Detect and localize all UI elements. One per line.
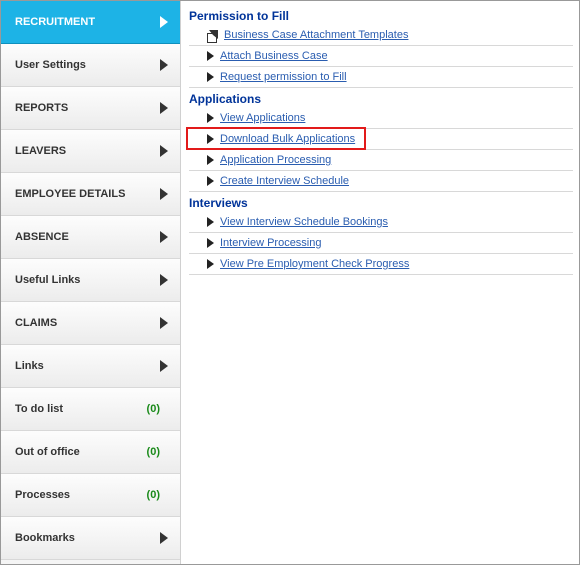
app-layout: RECRUITMENT User Settings REPORTS LEAVERS EM… (0, 0, 580, 565)
triangle-right-icon (207, 176, 214, 186)
link-row: View Applications (189, 108, 573, 129)
sidebar-item-recruitment[interactable]: RECRUITMENT (1, 1, 180, 44)
sidebar-item-label: Processes (15, 489, 147, 501)
sidebar-item-processes[interactable]: Processes(0) (1, 474, 180, 517)
content-panel: Permission to Fill Business Case Attachme… (181, 1, 579, 564)
nav-link[interactable]: Create Interview Schedule (220, 175, 349, 187)
sidebar-item-label: CLAIMS (15, 317, 160, 329)
sidebar-item-claims[interactable]: CLAIMS (1, 302, 180, 345)
sidebar: RECRUITMENT User Settings REPORTS LEAVERS EM… (1, 1, 181, 564)
chevron-right-icon (160, 231, 168, 243)
sidebar-item-label: Links (15, 360, 160, 372)
sidebar-item-links[interactable]: Links (1, 345, 180, 388)
triangle-right-icon (207, 72, 214, 82)
triangle-right-icon (207, 259, 214, 269)
external-link-icon (207, 30, 218, 41)
sidebar-item-reports[interactable]: REPORTS (1, 87, 180, 130)
sidebar-item-count: (0) (147, 403, 160, 415)
triangle-right-icon (207, 155, 214, 165)
nav-link[interactable]: Application Processing (220, 154, 331, 166)
nav-link[interactable]: View Pre Employment Check Progress (220, 258, 409, 270)
section-title: Permission to Fill (189, 9, 573, 23)
sidebar-item-out-of-office[interactable]: Out of office(0) (1, 431, 180, 474)
sidebar-item-label: RECRUITMENT (15, 16, 160, 28)
chevron-right-icon (160, 188, 168, 200)
chevron-right-icon (160, 145, 168, 157)
link-row: Application Processing (189, 150, 573, 171)
sidebar-item-leavers[interactable]: LEAVERS (1, 130, 180, 173)
link-row: Download Bulk Applications (189, 129, 573, 150)
chevron-right-icon (160, 532, 168, 544)
nav-link[interactable]: View Applications (220, 112, 305, 124)
link-row: Attach Business Case (189, 46, 573, 67)
sidebar-item-label: REPORTS (15, 102, 160, 114)
sidebar-item-user-settings[interactable]: User Settings (1, 44, 180, 87)
link-row: Interview Processing (189, 233, 573, 254)
link-row: Request permission to Fill (189, 67, 573, 88)
triangle-right-icon (207, 51, 214, 61)
section-title: Applications (189, 92, 573, 106)
nav-link[interactable]: Business Case Attachment Templates (224, 29, 408, 41)
sidebar-item-bookmarks[interactable]: Bookmarks (1, 517, 180, 560)
sidebar-item-label: User Settings (15, 59, 160, 71)
sidebar-item-label: To do list (15, 403, 147, 415)
triangle-right-icon (207, 134, 214, 144)
link-row: View Pre Employment Check Progress (189, 254, 573, 275)
nav-link[interactable]: Request permission to Fill (220, 71, 347, 83)
chevron-right-icon (160, 102, 168, 114)
sidebar-item-absence[interactable]: ABSENCE (1, 216, 180, 259)
sidebar-item-to-do-list[interactable]: To do list(0) (1, 388, 180, 431)
chevron-right-icon (160, 360, 168, 372)
link-row: Business Case Attachment Templates (189, 25, 573, 46)
chevron-right-icon (160, 59, 168, 71)
triangle-right-icon (207, 113, 214, 123)
sidebar-item-label: Useful Links (15, 274, 160, 286)
sidebar-item-label: Out of office (15, 446, 147, 458)
sidebar-item-count: (0) (147, 489, 160, 501)
sidebar-item-useful-links[interactable]: Useful Links (1, 259, 180, 302)
nav-link[interactable]: Interview Processing (220, 237, 322, 249)
triangle-right-icon (207, 238, 214, 248)
triangle-right-icon (207, 217, 214, 227)
link-row: Create Interview Schedule (189, 171, 573, 192)
sidebar-item-label: Bookmarks (15, 532, 160, 544)
nav-link[interactable]: Attach Business Case (220, 50, 328, 62)
sidebar-item-label: ABSENCE (15, 231, 160, 243)
sidebar-item-label: EMPLOYEE DETAILS (15, 188, 160, 200)
sidebar-item-employee-details[interactable]: EMPLOYEE DETAILS (1, 173, 180, 216)
nav-link[interactable]: Download Bulk Applications (220, 133, 355, 145)
sidebar-item-label: LEAVERS (15, 145, 160, 157)
sidebar-item-count: (0) (147, 446, 160, 458)
link-row: View Interview Schedule Bookings (189, 212, 573, 233)
section-title: Interviews (189, 196, 573, 210)
chevron-right-icon (160, 317, 168, 329)
chevron-right-icon (160, 16, 168, 28)
chevron-right-icon (160, 274, 168, 286)
nav-link[interactable]: View Interview Schedule Bookings (220, 216, 388, 228)
